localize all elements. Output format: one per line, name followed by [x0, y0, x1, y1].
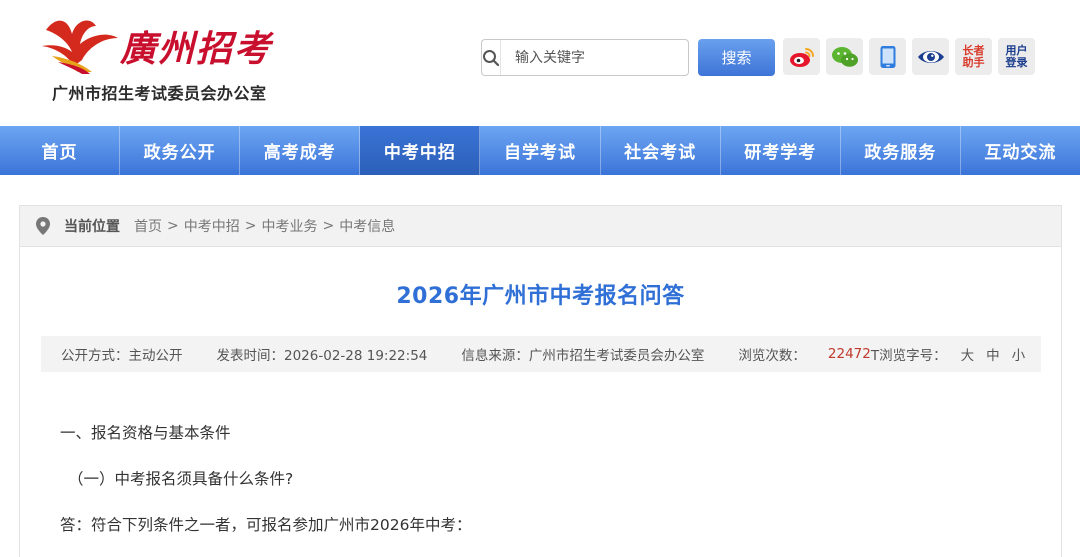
- wechat-button[interactable]: [826, 38, 863, 75]
- meta-open-mode: 公开方式：主动公开: [61, 348, 183, 364]
- breadcrumb: 当前位置 首页 > 中考中招 > 中考业务 > 中考信息: [20, 206, 1061, 247]
- breadcrumb-separator: >: [167, 218, 179, 234]
- article-meta: 公开方式：主动公开 发表时间：2026-02-28 19:22:54 信息来源：…: [41, 336, 1041, 372]
- nav-item-college-exam[interactable]: 高考成考: [240, 126, 361, 175]
- breadcrumb-separator: >: [322, 218, 335, 234]
- logo-subtitle: 广州市招生考试委员会办公室: [52, 84, 267, 103]
- font-size-large[interactable]: 大: [961, 344, 975, 364]
- accessibility-button[interactable]: [912, 38, 949, 75]
- meta-views-count: 22472: [827, 346, 871, 362]
- font-size-medium[interactable]: 中: [986, 344, 1000, 364]
- breadcrumb-item-category[interactable]: 中考中招: [184, 216, 240, 236]
- breadcrumb-item-home[interactable]: 首页: [134, 216, 162, 236]
- section-heading: 一、报名资格与基本条件: [60, 424, 231, 442]
- nav-item-home[interactable]: 首页: [0, 126, 121, 175]
- article-body: 一、报名资格与基本条件 （一）中考报名须具备什么条件? 答：符合下列条件之一者，…: [60, 418, 471, 556]
- weibo-icon: [789, 47, 814, 67]
- site-logo[interactable]: 廣州招考 广州市招生考试委员会办公室: [38, 12, 278, 104]
- search-icon: [482, 40, 501, 75]
- search-box: [481, 39, 689, 76]
- wechat-icon: [831, 46, 858, 67]
- nav-item-interaction[interactable]: 互动交流: [961, 126, 1080, 175]
- font-size-small[interactable]: 小: [1012, 344, 1026, 364]
- user-login-line1: 用户: [1005, 43, 1028, 57]
- elder-assist-line2: 助手: [962, 55, 985, 69]
- article-title: 2026年广州市中考报名问答: [396, 284, 685, 309]
- site-header: 廣州招考 广州市招生考试委员会办公室 搜索: [0, 0, 1080, 126]
- logo-mark-icon: [42, 20, 118, 74]
- user-login-line2: 登录: [1005, 55, 1028, 69]
- main-nav: 首页 政务公开 高考成考 中考中招 自学考试 社会考试 研考学考 政务服务 互动…: [0, 126, 1080, 175]
- nav-item-government-service[interactable]: 政务服务: [841, 126, 961, 175]
- meta-publish-time: 发表时间：2026-02-28 19:22:54: [216, 348, 428, 364]
- logo-script-text: 廣州招考: [120, 28, 273, 70]
- weibo-button[interactable]: [783, 38, 820, 75]
- elder-assist-line1: 长者: [962, 43, 985, 57]
- article-panel: 当前位置 首页 > 中考中招 > 中考业务 > 中考信息 2026年广州市中考报…: [19, 205, 1062, 557]
- nav-item-high-school-exam[interactable]: 中考中招: [360, 126, 481, 175]
- breadcrumb-label: 当前位置: [64, 219, 120, 235]
- question-text: （一）中考报名须具备什么条件?: [68, 470, 294, 488]
- nav-item-social-exam[interactable]: 社会考试: [601, 126, 721, 175]
- breadcrumb-separator: >: [244, 218, 257, 234]
- mobile-button[interactable]: [869, 38, 906, 75]
- breadcrumb-item-subcategory[interactable]: 中考业务: [261, 216, 317, 236]
- answer-text: 答：符合下列条件之一者，可报名参加广州市2026年中考：: [60, 516, 472, 534]
- search-input[interactable]: [501, 40, 689, 75]
- meta-source: 信息来源：广州市招生考试委员会办公室: [461, 348, 705, 364]
- nav-item-self-study-exam[interactable]: 自学考试: [480, 126, 601, 175]
- search-button[interactable]: 搜索: [698, 39, 775, 76]
- meta-views-label: 浏览次数：: [738, 348, 806, 364]
- eye-icon: [917, 50, 944, 63]
- mobile-icon: [880, 45, 895, 68]
- nav-item-government-affairs[interactable]: 政务公开: [120, 126, 241, 175]
- elder-assist-button[interactable]: 长者 助手: [955, 38, 992, 75]
- user-login-button[interactable]: 用户 登录: [998, 38, 1035, 75]
- location-pin-icon: [36, 217, 52, 235]
- meta-font-size-label: T浏览字号：: [870, 348, 947, 364]
- tool-icons: 长者 助手 用户 登录: [783, 38, 1035, 75]
- nav-item-graduate-exam[interactable]: 研考学考: [721, 126, 841, 175]
- breadcrumb-item-current[interactable]: 中考信息: [339, 216, 395, 236]
